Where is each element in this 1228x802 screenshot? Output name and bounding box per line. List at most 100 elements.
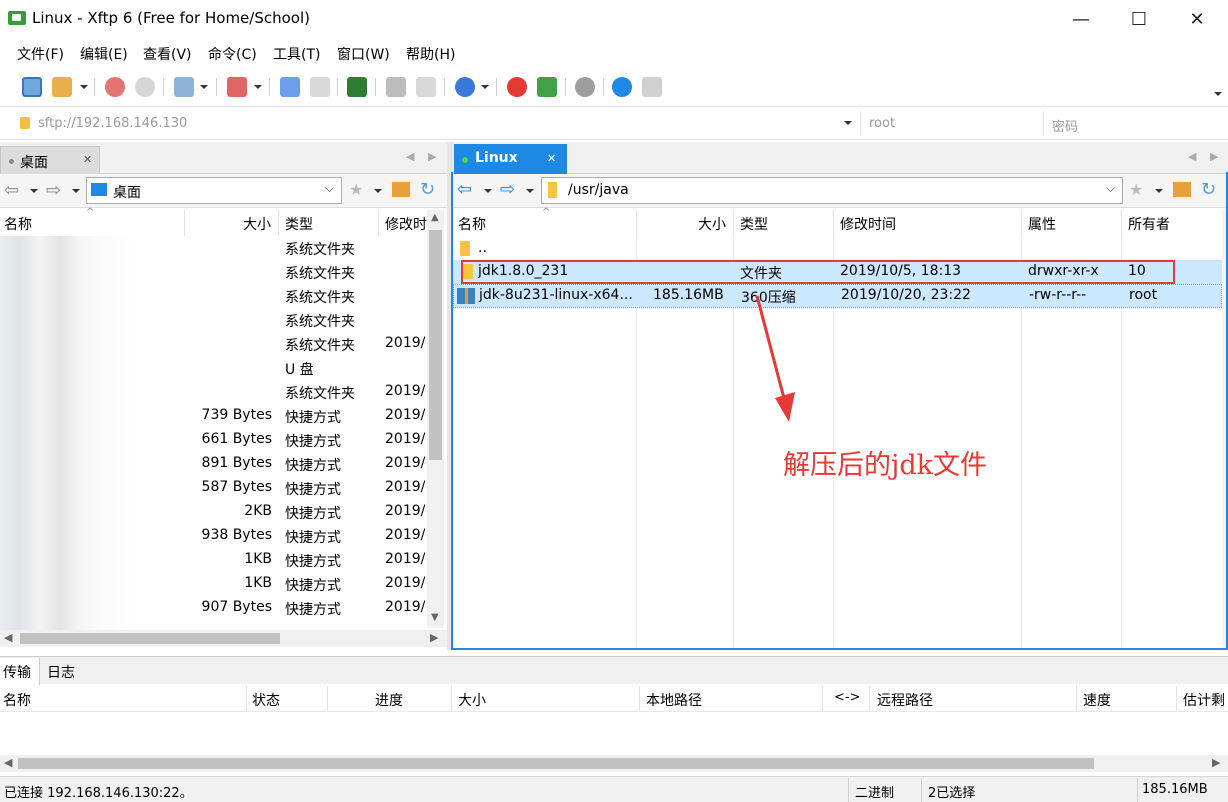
paste-icon[interactable] bbox=[416, 77, 436, 97]
tab-next-icon[interactable]: ▶ bbox=[428, 150, 436, 163]
column-divider[interactable] bbox=[636, 210, 637, 236]
transfer-horizontal-scrollbar[interactable]: ◀ ▶ bbox=[0, 755, 1228, 772]
column-divider[interactable] bbox=[378, 210, 379, 236]
username-input[interactable]: root bbox=[869, 116, 895, 131]
column-divider[interactable] bbox=[833, 210, 834, 236]
copy-icon[interactable] bbox=[386, 77, 406, 97]
column-divider[interactable] bbox=[246, 686, 247, 712]
menu-help[interactable]: 帮助(H) bbox=[406, 44, 455, 64]
download-icon[interactable] bbox=[310, 77, 330, 97]
menu-command[interactable]: 命令(C) bbox=[208, 44, 257, 64]
column-divider[interactable] bbox=[869, 686, 870, 712]
xftp-icon[interactable] bbox=[537, 77, 557, 97]
favorites-dropdown-icon[interactable] bbox=[1155, 189, 1163, 193]
scroll-left-icon[interactable]: ◀ bbox=[4, 631, 12, 644]
xshell-icon[interactable] bbox=[507, 77, 527, 97]
favorites-icon[interactable]: ★ bbox=[349, 180, 363, 199]
tab-close-icon[interactable]: ✕ bbox=[83, 153, 92, 166]
column-divider[interactable] bbox=[822, 686, 823, 712]
maximize-button[interactable]: ☐ bbox=[1110, 0, 1168, 38]
new-session-icon[interactable] bbox=[22, 77, 42, 97]
terminal-dropdown-icon[interactable] bbox=[254, 85, 262, 89]
col-speed[interactable]: 速度 bbox=[1083, 690, 1111, 710]
scroll-down-icon[interactable]: ▼ bbox=[431, 612, 439, 623]
file-row-parent[interactable]: .. bbox=[453, 237, 1222, 261]
scroll-up-icon[interactable]: ▲ bbox=[431, 212, 439, 223]
scroll-thumb[interactable] bbox=[429, 230, 442, 460]
sync-transfer-icon[interactable] bbox=[347, 77, 367, 97]
scroll-left-icon[interactable]: ◀ bbox=[4, 756, 12, 769]
tab-prev-icon[interactable]: ◀ bbox=[1188, 150, 1196, 163]
home-folder-icon[interactable] bbox=[392, 182, 410, 197]
minimize-button[interactable]: — bbox=[1052, 0, 1110, 38]
column-divider[interactable] bbox=[327, 686, 328, 712]
left-vertical-scrollbar[interactable]: ▲ ▼ bbox=[427, 210, 444, 628]
menu-view[interactable]: 查看(V) bbox=[143, 44, 192, 64]
col-attributes[interactable]: 属性 bbox=[1028, 214, 1056, 234]
col-status[interactable]: 状态 bbox=[252, 690, 280, 710]
tab-close-icon[interactable]: ✕ bbox=[547, 152, 556, 165]
favorites-icon[interactable]: ★ bbox=[1129, 180, 1143, 199]
scroll-right-icon[interactable]: ▶ bbox=[430, 631, 438, 644]
favorites-dropdown-icon[interactable] bbox=[374, 189, 382, 193]
transfer-mode[interactable]: 二进制 bbox=[855, 782, 894, 801]
col-name[interactable]: 名称 bbox=[458, 214, 486, 234]
left-horizontal-scrollbar[interactable]: ◀ ▶ bbox=[0, 630, 447, 647]
tab-next-icon[interactable]: ▶ bbox=[1210, 150, 1218, 163]
globe-icon[interactable] bbox=[455, 77, 475, 97]
toolbar-overflow-icon[interactable] bbox=[1214, 92, 1222, 96]
col-eta[interactable]: 估计剩 bbox=[1183, 690, 1225, 710]
gear-icon[interactable] bbox=[575, 77, 595, 97]
upload-icon[interactable] bbox=[280, 77, 300, 97]
column-divider[interactable] bbox=[639, 686, 640, 712]
col-size[interactable]: 大小 bbox=[698, 214, 726, 234]
host-dropdown-icon[interactable] bbox=[844, 121, 852, 125]
left-path-box[interactable]: 桌面 ⌵ bbox=[86, 177, 342, 204]
forward-dropdown-icon[interactable] bbox=[526, 189, 534, 193]
scroll-thumb[interactable] bbox=[20, 633, 280, 644]
col-type[interactable]: 类型 bbox=[285, 214, 313, 234]
column-divider[interactable] bbox=[1121, 210, 1122, 236]
menu-file[interactable]: 文件(F) bbox=[17, 44, 64, 64]
tab-linux[interactable]: Linux ✕ bbox=[454, 144, 567, 174]
forward-icon[interactable]: ⇨ bbox=[500, 179, 515, 200]
column-divider[interactable] bbox=[1176, 686, 1177, 712]
column-divider[interactable] bbox=[451, 686, 452, 712]
column-divider[interactable] bbox=[1076, 686, 1077, 712]
refresh-icon[interactable]: ↻ bbox=[1201, 179, 1216, 200]
tab-prev-icon[interactable]: ◀ bbox=[406, 150, 414, 163]
col-progress[interactable]: 进度 bbox=[375, 690, 403, 710]
forward-icon[interactable]: ⇨ bbox=[46, 180, 61, 201]
properties-icon[interactable] bbox=[174, 77, 194, 97]
tab-transfer[interactable]: 传输 bbox=[0, 658, 40, 685]
col-name[interactable]: 名称 bbox=[3, 690, 31, 710]
column-divider[interactable] bbox=[1021, 210, 1022, 236]
tab-log[interactable]: 日志 bbox=[47, 662, 75, 682]
menu-edit[interactable]: 编辑(E) bbox=[80, 44, 128, 64]
forward-dropdown-icon[interactable] bbox=[72, 189, 80, 193]
scroll-thumb[interactable] bbox=[18, 758, 1094, 769]
open-dropdown-icon[interactable] bbox=[80, 85, 88, 89]
col-size[interactable]: 大小 bbox=[243, 214, 271, 234]
col-modified[interactable]: 修改时间 bbox=[840, 214, 896, 234]
right-path-input[interactable]: /usr/java bbox=[568, 182, 629, 198]
col-local-path[interactable]: 本地路径 bbox=[646, 690, 702, 710]
password-input[interactable]: 密码 bbox=[1052, 116, 1078, 135]
back-dropdown-icon[interactable] bbox=[484, 189, 492, 193]
close-button[interactable]: ✕ bbox=[1168, 0, 1226, 38]
open-folder-icon[interactable] bbox=[52, 77, 72, 97]
connect-icon[interactable] bbox=[105, 77, 125, 97]
home-folder-icon[interactable] bbox=[1173, 182, 1191, 197]
column-divider[interactable] bbox=[733, 210, 734, 236]
terminal-icon[interactable] bbox=[227, 77, 247, 97]
file-row-jdk-archive[interactable]: jdk-8u231-linux-x64... 185.16MB 360压缩 20… bbox=[453, 284, 1222, 308]
col-modified[interactable]: 修改时 bbox=[385, 214, 427, 234]
refresh-icon[interactable]: ↻ bbox=[420, 179, 435, 200]
back-dropdown-icon[interactable] bbox=[30, 189, 38, 193]
col-name[interactable]: 名称 bbox=[4, 214, 32, 234]
back-icon[interactable]: ⇦ bbox=[457, 179, 472, 200]
left-path-input[interactable]: 桌面 bbox=[113, 182, 141, 202]
globe-dropdown-icon[interactable] bbox=[481, 85, 489, 89]
path-dropdown-icon[interactable]: ⌵ bbox=[325, 181, 334, 196]
help-icon[interactable] bbox=[612, 77, 632, 97]
